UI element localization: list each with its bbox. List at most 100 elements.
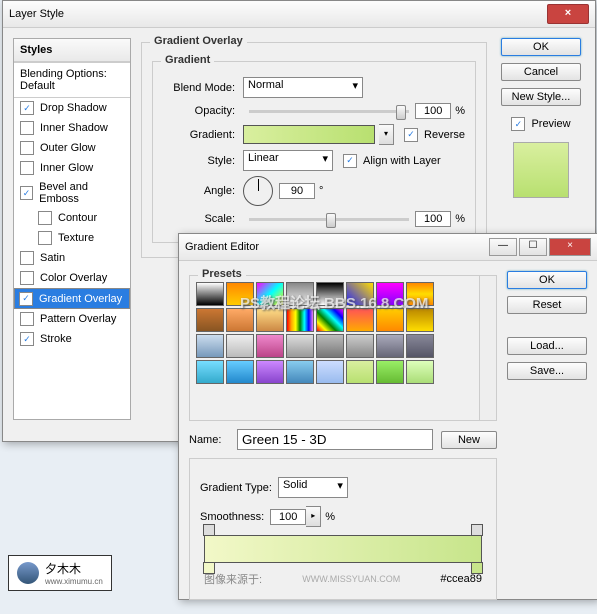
gradient-editor-buttons: OK Reset Load... Save... — [507, 271, 587, 604]
color-stop-right[interactable] — [471, 562, 483, 574]
smoothness-label: Smoothness: — [200, 511, 264, 523]
preset-swatch-28[interactable] — [316, 360, 344, 384]
preset-swatch-22[interactable] — [376, 334, 404, 358]
ge-ok-button[interactable]: OK — [507, 271, 587, 289]
style-item-outer-glow[interactable]: Outer Glow — [14, 138, 130, 158]
preset-swatch-18[interactable] — [256, 334, 284, 358]
gradient-subtitle: Gradient — [161, 54, 214, 66]
style-item-pattern-overlay[interactable]: Pattern Overlay — [14, 309, 130, 329]
preset-swatch-1[interactable] — [226, 282, 254, 306]
style-item-texture[interactable]: Texture — [14, 228, 130, 248]
ok-button[interactable]: OK — [501, 38, 581, 56]
preset-swatch-24[interactable] — [196, 360, 224, 384]
preset-swatch-0[interactable] — [196, 282, 224, 306]
preset-swatch-6[interactable] — [376, 282, 404, 306]
scale-slider[interactable] — [249, 218, 409, 221]
style-item-stroke[interactable]: ✓Stroke — [14, 329, 130, 349]
preset-swatch-16[interactable] — [196, 334, 224, 358]
angle-dial[interactable] — [243, 176, 273, 206]
new-button[interactable]: New — [441, 431, 497, 449]
checkbox-icon[interactable] — [20, 312, 34, 326]
preset-swatch-17[interactable] — [226, 334, 254, 358]
gradient-bar[interactable] — [204, 535, 482, 563]
color-stop-left[interactable] — [203, 562, 215, 574]
preset-swatch-30[interactable] — [376, 360, 404, 384]
checkbox-icon[interactable]: ✓ — [20, 101, 34, 115]
opacity-stop-right[interactable] — [471, 524, 483, 536]
angle-value[interactable]: 90 — [279, 183, 315, 199]
ge-reset-button[interactable]: Reset — [507, 296, 587, 314]
presets-label: Presets — [198, 268, 246, 280]
preset-swatch-19[interactable] — [286, 334, 314, 358]
close-button[interactable]: × — [547, 4, 589, 24]
layer-style-title: Layer Style — [9, 8, 64, 20]
styles-header[interactable]: Styles — [14, 39, 130, 62]
preset-swatch-13[interactable] — [346, 308, 374, 332]
preset-swatch-9[interactable] — [226, 308, 254, 332]
checkbox-icon[interactable] — [38, 231, 52, 245]
preset-swatch-26[interactable] — [256, 360, 284, 384]
gradient-editor-titlebar[interactable]: Gradient Editor — ☐ × — [179, 234, 597, 261]
blending-options[interactable]: Blending Options: Default — [14, 62, 130, 98]
style-item-color-overlay[interactable]: Color Overlay — [14, 268, 130, 288]
ge-save-button[interactable]: Save... — [507, 362, 587, 380]
style-item-bevel-and-emboss[interactable]: ✓Bevel and Emboss — [14, 178, 130, 208]
gradient-swatch[interactable] — [243, 125, 375, 144]
style-item-contour[interactable]: Contour — [14, 208, 130, 228]
preset-swatch-4[interactable] — [316, 282, 344, 306]
preview-checkbox[interactable]: ✓ — [511, 117, 525, 131]
checkbox-icon[interactable] — [20, 251, 34, 265]
scale-label: Scale: — [163, 213, 235, 225]
preset-swatch-8[interactable] — [196, 308, 224, 332]
opacity-slider[interactable] — [249, 110, 409, 113]
minimize-button[interactable]: — — [489, 238, 517, 256]
blend-mode-select[interactable]: Normal ▾ — [243, 77, 363, 98]
style-item-drop-shadow[interactable]: ✓Drop Shadow — [14, 98, 130, 118]
new-style-button[interactable]: New Style... — [501, 88, 581, 106]
checkbox-icon[interactable] — [20, 141, 34, 155]
checkbox-icon[interactable] — [38, 211, 52, 225]
preset-swatch-3[interactable] — [286, 282, 314, 306]
preset-swatch-12[interactable] — [316, 308, 344, 332]
opacity-stop-left[interactable] — [203, 524, 215, 536]
checkbox-icon[interactable] — [20, 121, 34, 135]
preset-swatch-21[interactable] — [346, 334, 374, 358]
preset-swatch-25[interactable] — [226, 360, 254, 384]
reverse-checkbox[interactable]: ✓ — [404, 128, 418, 142]
checkbox-icon[interactable]: ✓ — [20, 186, 33, 200]
cancel-button[interactable]: Cancel — [501, 63, 581, 81]
style-item-inner-glow[interactable]: Inner Glow — [14, 158, 130, 178]
style-item-satin[interactable]: Satin — [14, 248, 130, 268]
checkbox-icon[interactable]: ✓ — [20, 332, 34, 346]
preset-swatch-2[interactable] — [256, 282, 284, 306]
preset-swatch-15[interactable] — [406, 308, 434, 332]
gradient-type-select[interactable]: Solid ▾ — [278, 477, 348, 498]
preset-swatch-7[interactable] — [406, 282, 434, 306]
smoothness-dropdown-icon[interactable]: ▸ — [306, 506, 321, 527]
preset-swatch-27[interactable] — [286, 360, 314, 384]
style-item-gradient-overlay[interactable]: ✓Gradient Overlay — [14, 288, 130, 309]
style-select[interactable]: Linear ▾ — [243, 150, 333, 171]
preset-swatch-29[interactable] — [346, 360, 374, 384]
preset-swatch-14[interactable] — [376, 308, 404, 332]
preset-swatch-10[interactable] — [256, 308, 284, 332]
ge-load-button[interactable]: Load... — [507, 337, 587, 355]
opacity-value[interactable]: 100 — [415, 103, 451, 119]
smoothness-value[interactable]: 100 — [270, 509, 306, 525]
maximize-button[interactable]: ☐ — [519, 238, 547, 256]
close-button[interactable]: × — [549, 238, 591, 256]
style-item-inner-shadow[interactable]: Inner Shadow — [14, 118, 130, 138]
preset-swatch-20[interactable] — [316, 334, 344, 358]
preset-swatch-23[interactable] — [406, 334, 434, 358]
name-input[interactable] — [237, 429, 433, 450]
align-checkbox[interactable]: ✓ — [343, 154, 357, 168]
checkbox-icon[interactable] — [20, 271, 34, 285]
preset-swatch-31[interactable] — [406, 360, 434, 384]
preset-swatch-5[interactable] — [346, 282, 374, 306]
scale-value[interactable]: 100 — [415, 211, 451, 227]
checkbox-icon[interactable] — [20, 161, 34, 175]
presets-scrollbar[interactable] — [479, 276, 496, 420]
checkbox-icon[interactable]: ✓ — [19, 292, 33, 306]
gradient-dropdown-icon[interactable]: ▾ — [379, 124, 394, 145]
preset-swatch-11[interactable] — [286, 308, 314, 332]
